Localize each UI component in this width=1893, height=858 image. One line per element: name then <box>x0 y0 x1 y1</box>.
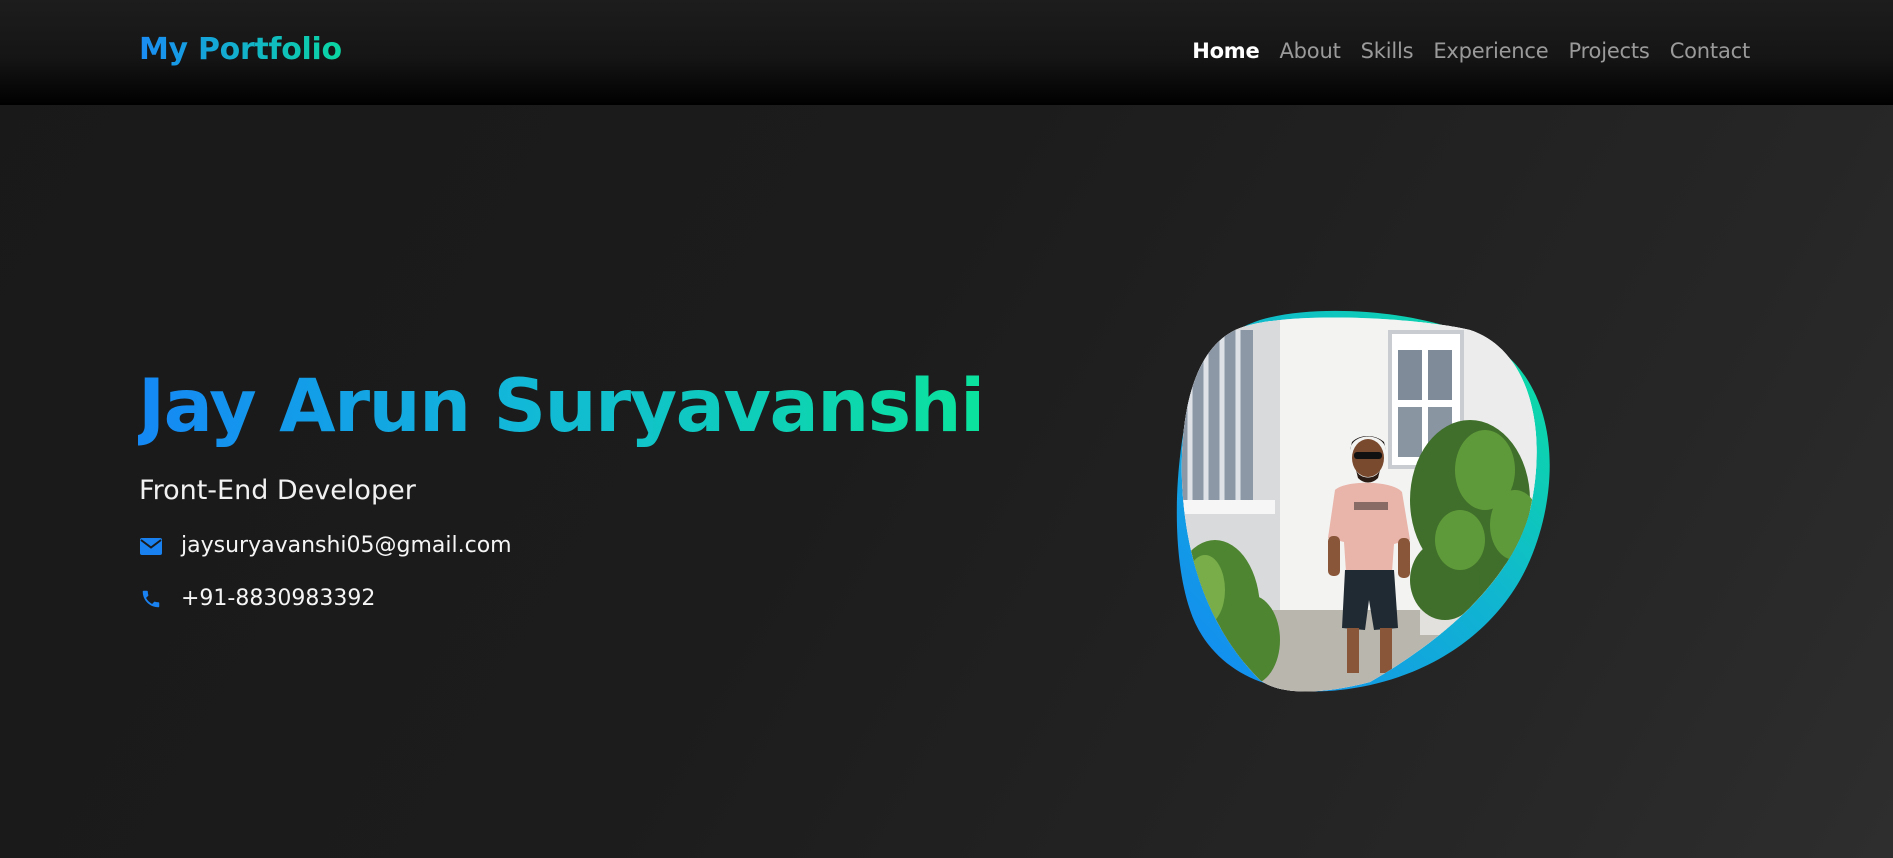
hero-name: Jay Arun Suryavanshi <box>138 362 985 452</box>
nav-home[interactable]: Home <box>1192 36 1260 66</box>
phone-icon <box>139 587 163 611</box>
hero-role: Front-End Developer <box>139 475 416 506</box>
phone-contact[interactable]: +91-8830983392 <box>139 584 375 614</box>
site-logo[interactable]: My Portfolio <box>139 30 342 70</box>
nav-skills[interactable]: Skills <box>1361 36 1414 66</box>
nav-projects[interactable]: Projects <box>1568 36 1649 66</box>
portfolio-page: My Portfolio Home About Skills Experienc… <box>0 0 1893 858</box>
nav-experience[interactable]: Experience <box>1433 36 1548 66</box>
email-text[interactable]: jaysuryavanshi05@gmail.com <box>181 531 512 561</box>
phone-text[interactable]: +91-8830983392 <box>181 584 375 614</box>
nav-contact[interactable]: Contact <box>1670 36 1751 66</box>
site-header: My Portfolio Home About Skills Experienc… <box>0 0 1893 105</box>
profile-photo <box>1170 310 1555 695</box>
nav-about[interactable]: About <box>1280 36 1341 66</box>
main-nav: Home About Skills Experience Projects Co… <box>1192 36 1750 66</box>
email-contact[interactable]: jaysuryavanshi05@gmail.com <box>139 531 512 561</box>
envelope-icon <box>139 534 163 558</box>
